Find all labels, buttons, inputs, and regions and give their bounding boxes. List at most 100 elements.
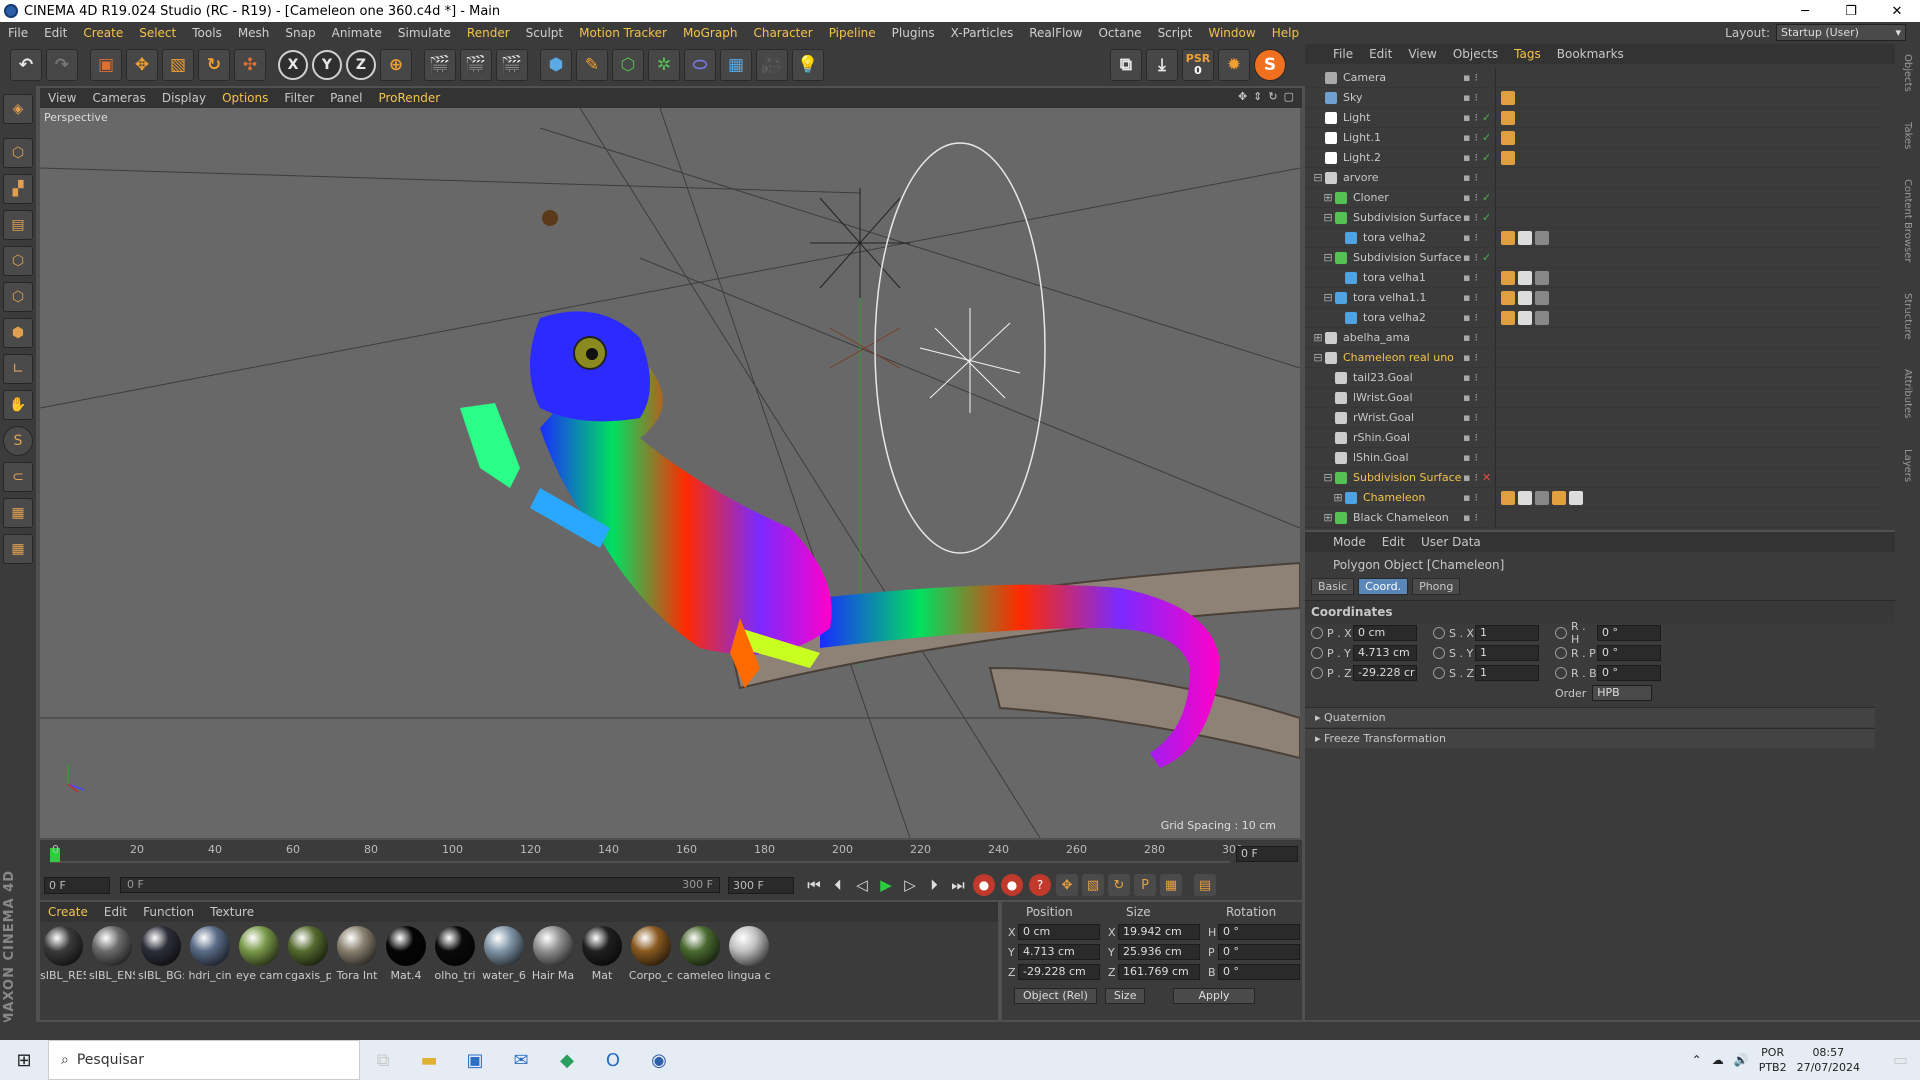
attr-param-field[interactable]: 1 [1475, 625, 1539, 641]
object-row[interactable]: ⊞ Cloner ▪ ⁝ ✓ [1305, 188, 1885, 208]
coord-mode-select[interactable]: Object (Rel) [1014, 988, 1097, 1004]
object-visibility-flags[interactable]: ▪ ⁝ [1463, 511, 1478, 524]
material-menu-function[interactable]: Function [135, 905, 202, 919]
right-tab-layers[interactable]: Layers [1902, 449, 1913, 482]
animate-radio-icon[interactable] [1311, 647, 1323, 659]
render-picture-viewer-icon[interactable]: 🎬 [460, 49, 492, 81]
animate-radio-icon[interactable] [1555, 667, 1567, 679]
menu-help[interactable]: Help [1264, 26, 1307, 40]
model-mode-icon[interactable]: ⬡ [3, 138, 33, 168]
pen-spline-icon[interactable]: ✎ [576, 49, 608, 81]
object-name[interactable]: Light.2 [1343, 151, 1473, 164]
ubuntu-app-icon[interactable]: ◆ [544, 1040, 590, 1080]
object-name[interactable]: arvore [1343, 171, 1473, 184]
object-row[interactable]: ⊟ tora velha1.1 ▪ ⁝ [1305, 288, 1885, 308]
menu-create[interactable]: Create [75, 26, 131, 40]
redo-icon[interactable]: ↷ [46, 49, 78, 81]
coordinate-system-icon[interactable]: ⊕ [380, 49, 412, 81]
object-row[interactable]: ⊟ arvore ▪ ⁝ [1305, 168, 1885, 188]
object-row[interactable]: Sky ▪ ⁝ [1305, 88, 1885, 108]
octane-live-viewer-icon[interactable]: ⧉ [1110, 49, 1142, 81]
material-swatch[interactable]: sIBL_BG: [138, 926, 184, 1016]
object-visibility-flags[interactable]: ▪ ⁝ [1463, 491, 1478, 504]
menu-render[interactable]: Render [459, 26, 518, 40]
tag-icon[interactable] [1501, 270, 1515, 285]
maximize-button[interactable]: ❐ [1828, 0, 1874, 22]
viewport-maximize-icon[interactable]: ▢ [1284, 90, 1294, 103]
object-visibility-flags[interactable]: ▪ ⁝ [1463, 351, 1478, 364]
right-tab-structure[interactable]: Structure [1902, 293, 1913, 340]
snap-icon[interactable]: ⊂ [3, 462, 33, 492]
object-visibility-flags[interactable]: ▪ ⁝ ✓ [1463, 111, 1491, 124]
object-visibility-flags[interactable]: ▪ ⁝ [1463, 231, 1478, 244]
viewport-rotate-icon[interactable]: ↻ [1268, 90, 1277, 103]
play-icon[interactable]: ▶ [874, 873, 898, 897]
object-visibility-flags[interactable]: ▪ ⁝ [1463, 71, 1478, 84]
object-row[interactable]: ⊟ Subdivision Surface ▪ ⁝ ✓ [1305, 248, 1885, 268]
viewport-menu-cameras[interactable]: Cameras [84, 91, 153, 105]
object-name[interactable]: abelha_ama [1343, 331, 1473, 344]
menu-tools[interactable]: Tools [184, 26, 230, 40]
tag-icon[interactable] [1535, 290, 1549, 305]
record-keys-icon[interactable]: ● [973, 874, 995, 896]
tray-network-icon[interactable]: ☁ [1712, 1053, 1724, 1067]
object-visibility-flags[interactable]: ▪ ⁝ [1463, 271, 1478, 284]
tag-icon[interactable] [1501, 130, 1515, 145]
attr-param-field[interactable]: 1 [1475, 645, 1539, 661]
coord-value-field[interactable]: 0 cm [1018, 924, 1100, 940]
object-tags[interactable] [1501, 490, 1583, 505]
objects-menu-file[interactable]: File [1325, 47, 1361, 61]
key-scale-icon[interactable]: ▧ [1082, 874, 1104, 896]
taskbar-search[interactable]: ⌕ Pesquisar [48, 1040, 360, 1080]
material-swatch[interactable]: hdri_cin [188, 926, 232, 1016]
material-swatch[interactable]: eye cam [236, 926, 282, 1016]
material-swatch[interactable]: cgaxis_p [285, 926, 331, 1016]
expand-toggle-icon[interactable]: ⊟ [1321, 211, 1335, 224]
objects-menu-view[interactable]: View [1400, 47, 1444, 61]
tag-icon[interactable] [1501, 150, 1515, 165]
go-to-start-icon[interactable]: ⏮ [802, 873, 826, 897]
tag-icon[interactable] [1535, 230, 1549, 245]
viewport-menu-panel[interactable]: Panel [322, 91, 370, 105]
tag-icon[interactable] [1518, 290, 1532, 305]
edges-mode-icon[interactable]: ⬡ [3, 282, 33, 312]
object-visibility-flags[interactable]: ▪ ⁝ [1463, 371, 1478, 384]
object-tags[interactable] [1501, 130, 1515, 145]
key-parameter-icon[interactable]: P [1134, 874, 1156, 896]
keyframe-selection-icon[interactable]: ? [1029, 874, 1051, 896]
camera-icon[interactable]: 🎥 [756, 49, 788, 81]
object-visibility-flags[interactable]: ▪ ⁝ [1463, 451, 1478, 464]
object-row[interactable]: tora velha2 ▪ ⁝ [1305, 308, 1885, 328]
object-visibility-flags[interactable]: ▪ ⁝ ✓ [1463, 211, 1491, 224]
material-swatch[interactable]: olho_tri [434, 926, 476, 1016]
tag-icon[interactable] [1535, 270, 1549, 285]
quaternion-section[interactable]: ▸ Quaternion [1305, 707, 1875, 727]
minimize-button[interactable]: ─ [1782, 0, 1828, 22]
next-key-icon[interactable]: ⏵ [922, 873, 946, 897]
tag-icon[interactable] [1501, 290, 1515, 305]
menu-simulate[interactable]: Simulate [390, 26, 459, 40]
texture-mode-icon[interactable]: ▞ [3, 174, 33, 204]
object-visibility-flags[interactable]: ▪ ⁝ ✓ [1463, 151, 1491, 164]
menu-select[interactable]: Select [131, 26, 184, 40]
expand-toggle-icon[interactable]: ⊟ [1321, 291, 1335, 304]
object-visibility-flags[interactable]: ▪ ⁝ [1463, 311, 1478, 324]
object-row[interactable]: ⊟ Chameleon real uno ▪ ⁝ [1305, 348, 1885, 368]
object-row[interactable]: Light ▪ ⁝ ✓ [1305, 108, 1885, 128]
key-position-icon[interactable]: ✥ [1056, 874, 1078, 896]
attr-tab-phong[interactable]: Phong [1412, 577, 1461, 595]
attr-param-field[interactable]: 4.713 cm [1353, 645, 1417, 661]
tag-icon[interactable] [1501, 490, 1515, 505]
substance-icon[interactable]: S [1254, 49, 1286, 81]
object-row[interactable]: rShin.Goal ▪ ⁝ [1305, 428, 1885, 448]
material-menu-edit[interactable]: Edit [96, 905, 135, 919]
rotate-icon[interactable]: ↻ [198, 49, 230, 81]
tag-icon[interactable] [1501, 310, 1515, 325]
animate-radio-icon[interactable] [1555, 647, 1567, 659]
scale-icon[interactable]: ▧ [162, 49, 194, 81]
object-tags[interactable] [1501, 90, 1515, 105]
expand-toggle-icon[interactable]: ⊟ [1311, 171, 1325, 184]
min-frame-field[interactable]: 0 F [44, 877, 110, 894]
previous-key-icon[interactable]: ⏴ [826, 873, 850, 897]
attr-menu-mode[interactable]: Mode [1325, 535, 1374, 549]
